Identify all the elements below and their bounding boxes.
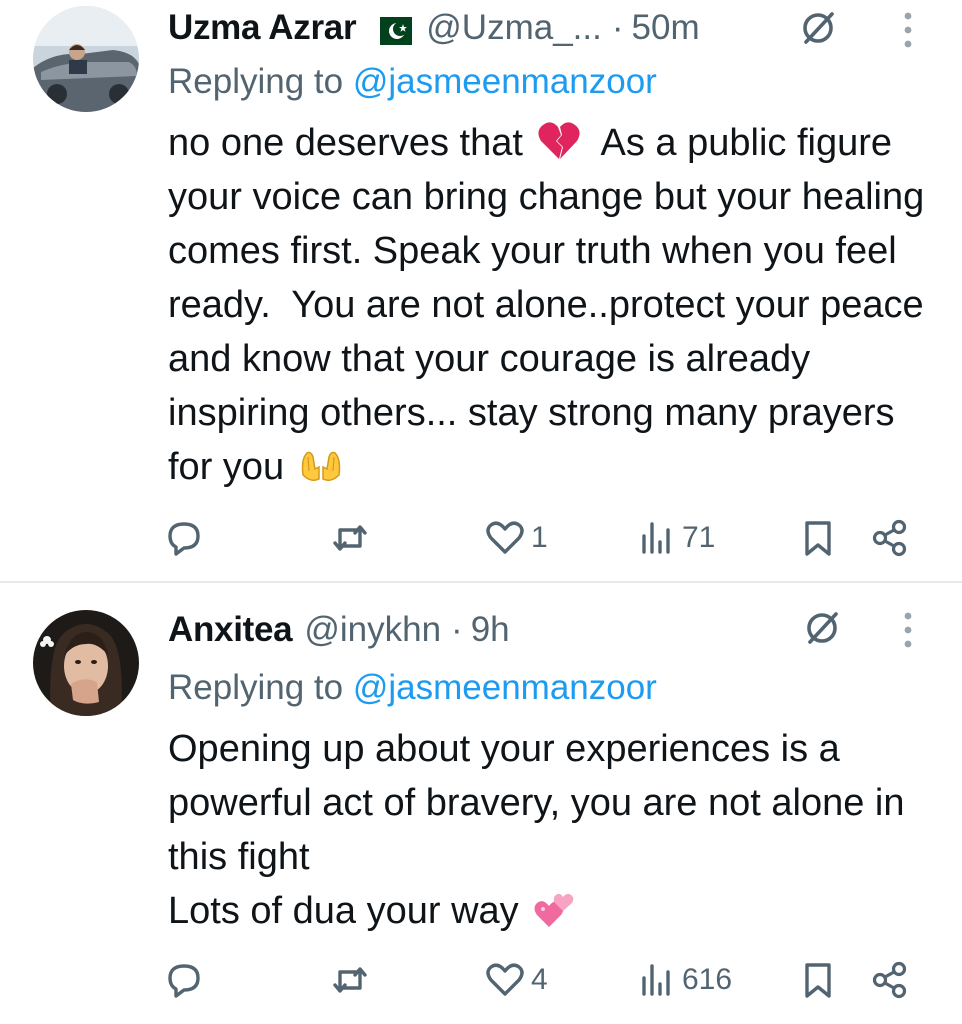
author-name[interactable]: Anxitea xyxy=(168,610,293,650)
pakistan-flag-icon xyxy=(370,14,413,45)
tweet-text-part: As a public figure your voice can bring … xyxy=(168,122,935,488)
mention-link[interactable]: @jasmeenmanzoor xyxy=(353,668,657,707)
retweet-icon xyxy=(333,967,367,993)
views-button[interactable]: 71 xyxy=(636,513,715,563)
share-button[interactable] xyxy=(870,513,910,563)
tweet-divider xyxy=(0,581,962,583)
like-count: 4 xyxy=(531,963,548,996)
action-bar: 4 616 xyxy=(0,955,962,1005)
view-count: 616 xyxy=(682,963,733,996)
replying-prefix: Replying to xyxy=(168,668,344,707)
views-icon xyxy=(642,522,670,554)
open-hands-icon xyxy=(299,445,343,485)
bookmark-icon xyxy=(805,963,831,998)
share-icon xyxy=(872,519,907,557)
like-button[interactable]: 1 xyxy=(485,513,548,563)
tweet-text-part: no one deserves that xyxy=(168,122,523,164)
avatar[interactable] xyxy=(33,610,139,716)
grok-icon[interactable] xyxy=(798,8,838,48)
avatar[interactable] xyxy=(33,6,139,112)
mention-link[interactable]: @jasmeenmanzoor xyxy=(353,62,657,101)
reply-icon xyxy=(168,964,200,998)
author-name[interactable]: Uzma Azrar xyxy=(168,8,357,48)
replying-prefix: Replying to xyxy=(168,62,344,101)
retweet-icon xyxy=(333,525,367,551)
view-count: 71 xyxy=(682,521,716,554)
author-handle[interactable]: @inykhn xyxy=(304,610,441,650)
share-button[interactable] xyxy=(870,955,910,1005)
views-icon xyxy=(642,964,670,996)
heart-icon xyxy=(486,963,524,996)
replying-to: Replying to @jasmeenmanzoor xyxy=(168,62,657,102)
reply-button[interactable] xyxy=(164,955,204,1005)
timestamp[interactable]: 9h xyxy=(471,610,510,650)
bookmark-button[interactable] xyxy=(798,513,838,563)
share-icon xyxy=(872,961,907,999)
separator-dot: · xyxy=(451,610,463,649)
tweet-header: Uzma Azrar @Uzma_... · 50m xyxy=(168,6,700,50)
timestamp[interactable]: 50m xyxy=(632,8,700,48)
grok-icon[interactable] xyxy=(802,608,842,648)
like-count: 1 xyxy=(531,521,548,554)
two-hearts-icon xyxy=(533,889,577,929)
separator-dot: · xyxy=(611,8,624,47)
reply-button[interactable] xyxy=(164,513,204,563)
tweet-text: no one deserves that As a public figure … xyxy=(168,116,948,494)
tweet[interactable]: Uzma Azrar @Uzma_... · 50m Replying to @… xyxy=(0,0,962,582)
like-button[interactable]: 4 xyxy=(485,955,548,1005)
more-options-icon[interactable] xyxy=(903,10,913,50)
retweet-button[interactable] xyxy=(330,513,370,563)
tweet-text: Opening up about your experiences is a p… xyxy=(168,722,948,938)
author-handle[interactable]: @Uzma_... xyxy=(426,8,602,48)
more-options-icon[interactable] xyxy=(903,610,913,650)
reply-icon xyxy=(168,522,200,556)
tweet[interactable]: Anxitea @inykhn · 9h Replying to @jasmee… xyxy=(0,584,962,1024)
tweet-header: Anxitea @inykhn · 9h xyxy=(168,608,510,652)
replying-to: Replying to @jasmeenmanzoor xyxy=(168,668,657,708)
views-button[interactable]: 616 xyxy=(636,955,732,1005)
action-bar: 1 71 xyxy=(0,513,962,563)
heart-icon xyxy=(486,521,524,554)
broken-heart-icon xyxy=(537,121,581,161)
bookmark-icon xyxy=(805,521,831,556)
bookmark-button[interactable] xyxy=(798,955,838,1005)
retweet-button[interactable] xyxy=(330,955,370,1005)
